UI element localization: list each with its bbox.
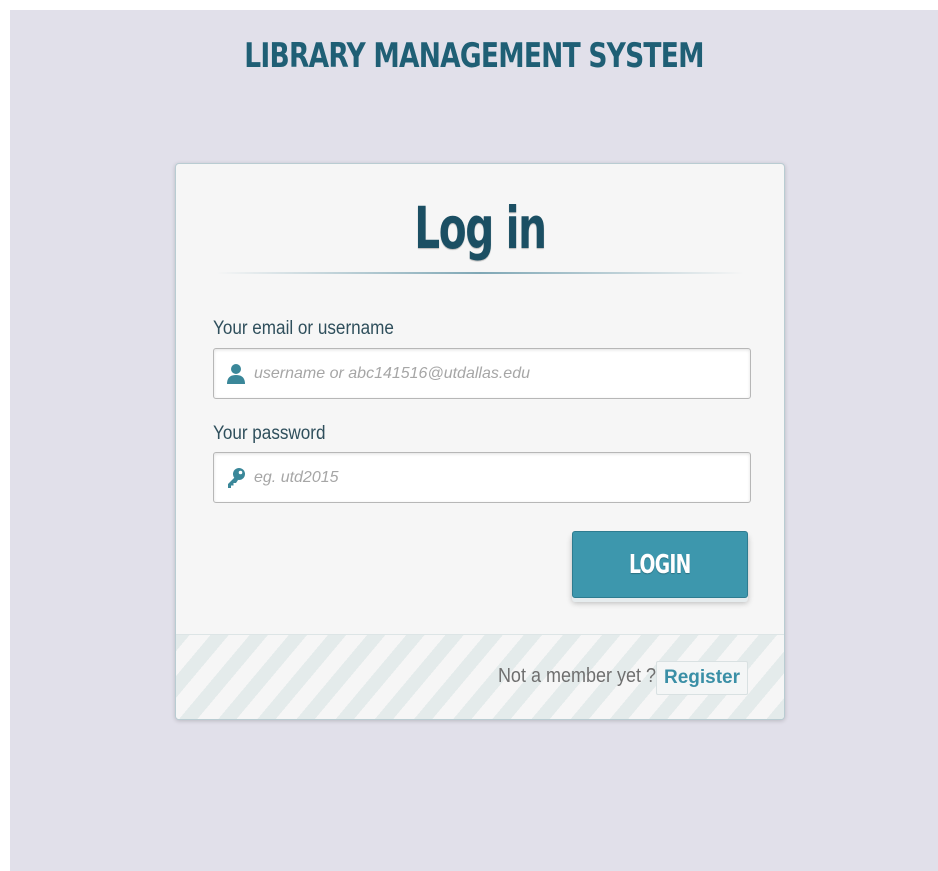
login-card: Log in Your email or username Your passw…	[175, 163, 785, 720]
register-link[interactable]: Register	[656, 661, 748, 695]
not-member-text: Not a member yet ?	[497, 665, 656, 687]
email-label: Your email or username	[213, 318, 394, 339]
password-input[interactable]	[254, 453, 744, 502]
login-heading: Log in	[414, 194, 547, 262]
login-button-label: LOGIN	[629, 549, 691, 580]
card-footer: Not a member yet ? Register	[176, 634, 784, 719]
email-field[interactable]	[213, 348, 751, 399]
heading-divider	[216, 272, 744, 274]
login-button[interactable]: LOGIN	[572, 531, 748, 598]
key-icon	[226, 467, 246, 489]
email-input[interactable]	[254, 349, 744, 398]
app-title: LIBRARY MANAGEMENT SYSTEM	[244, 36, 704, 76]
page-background: LIBRARY MANAGEMENT SYSTEM Log in Your em…	[10, 10, 938, 871]
user-icon	[226, 363, 246, 385]
password-label: Your password	[213, 423, 326, 444]
password-field[interactable]	[213, 452, 751, 503]
